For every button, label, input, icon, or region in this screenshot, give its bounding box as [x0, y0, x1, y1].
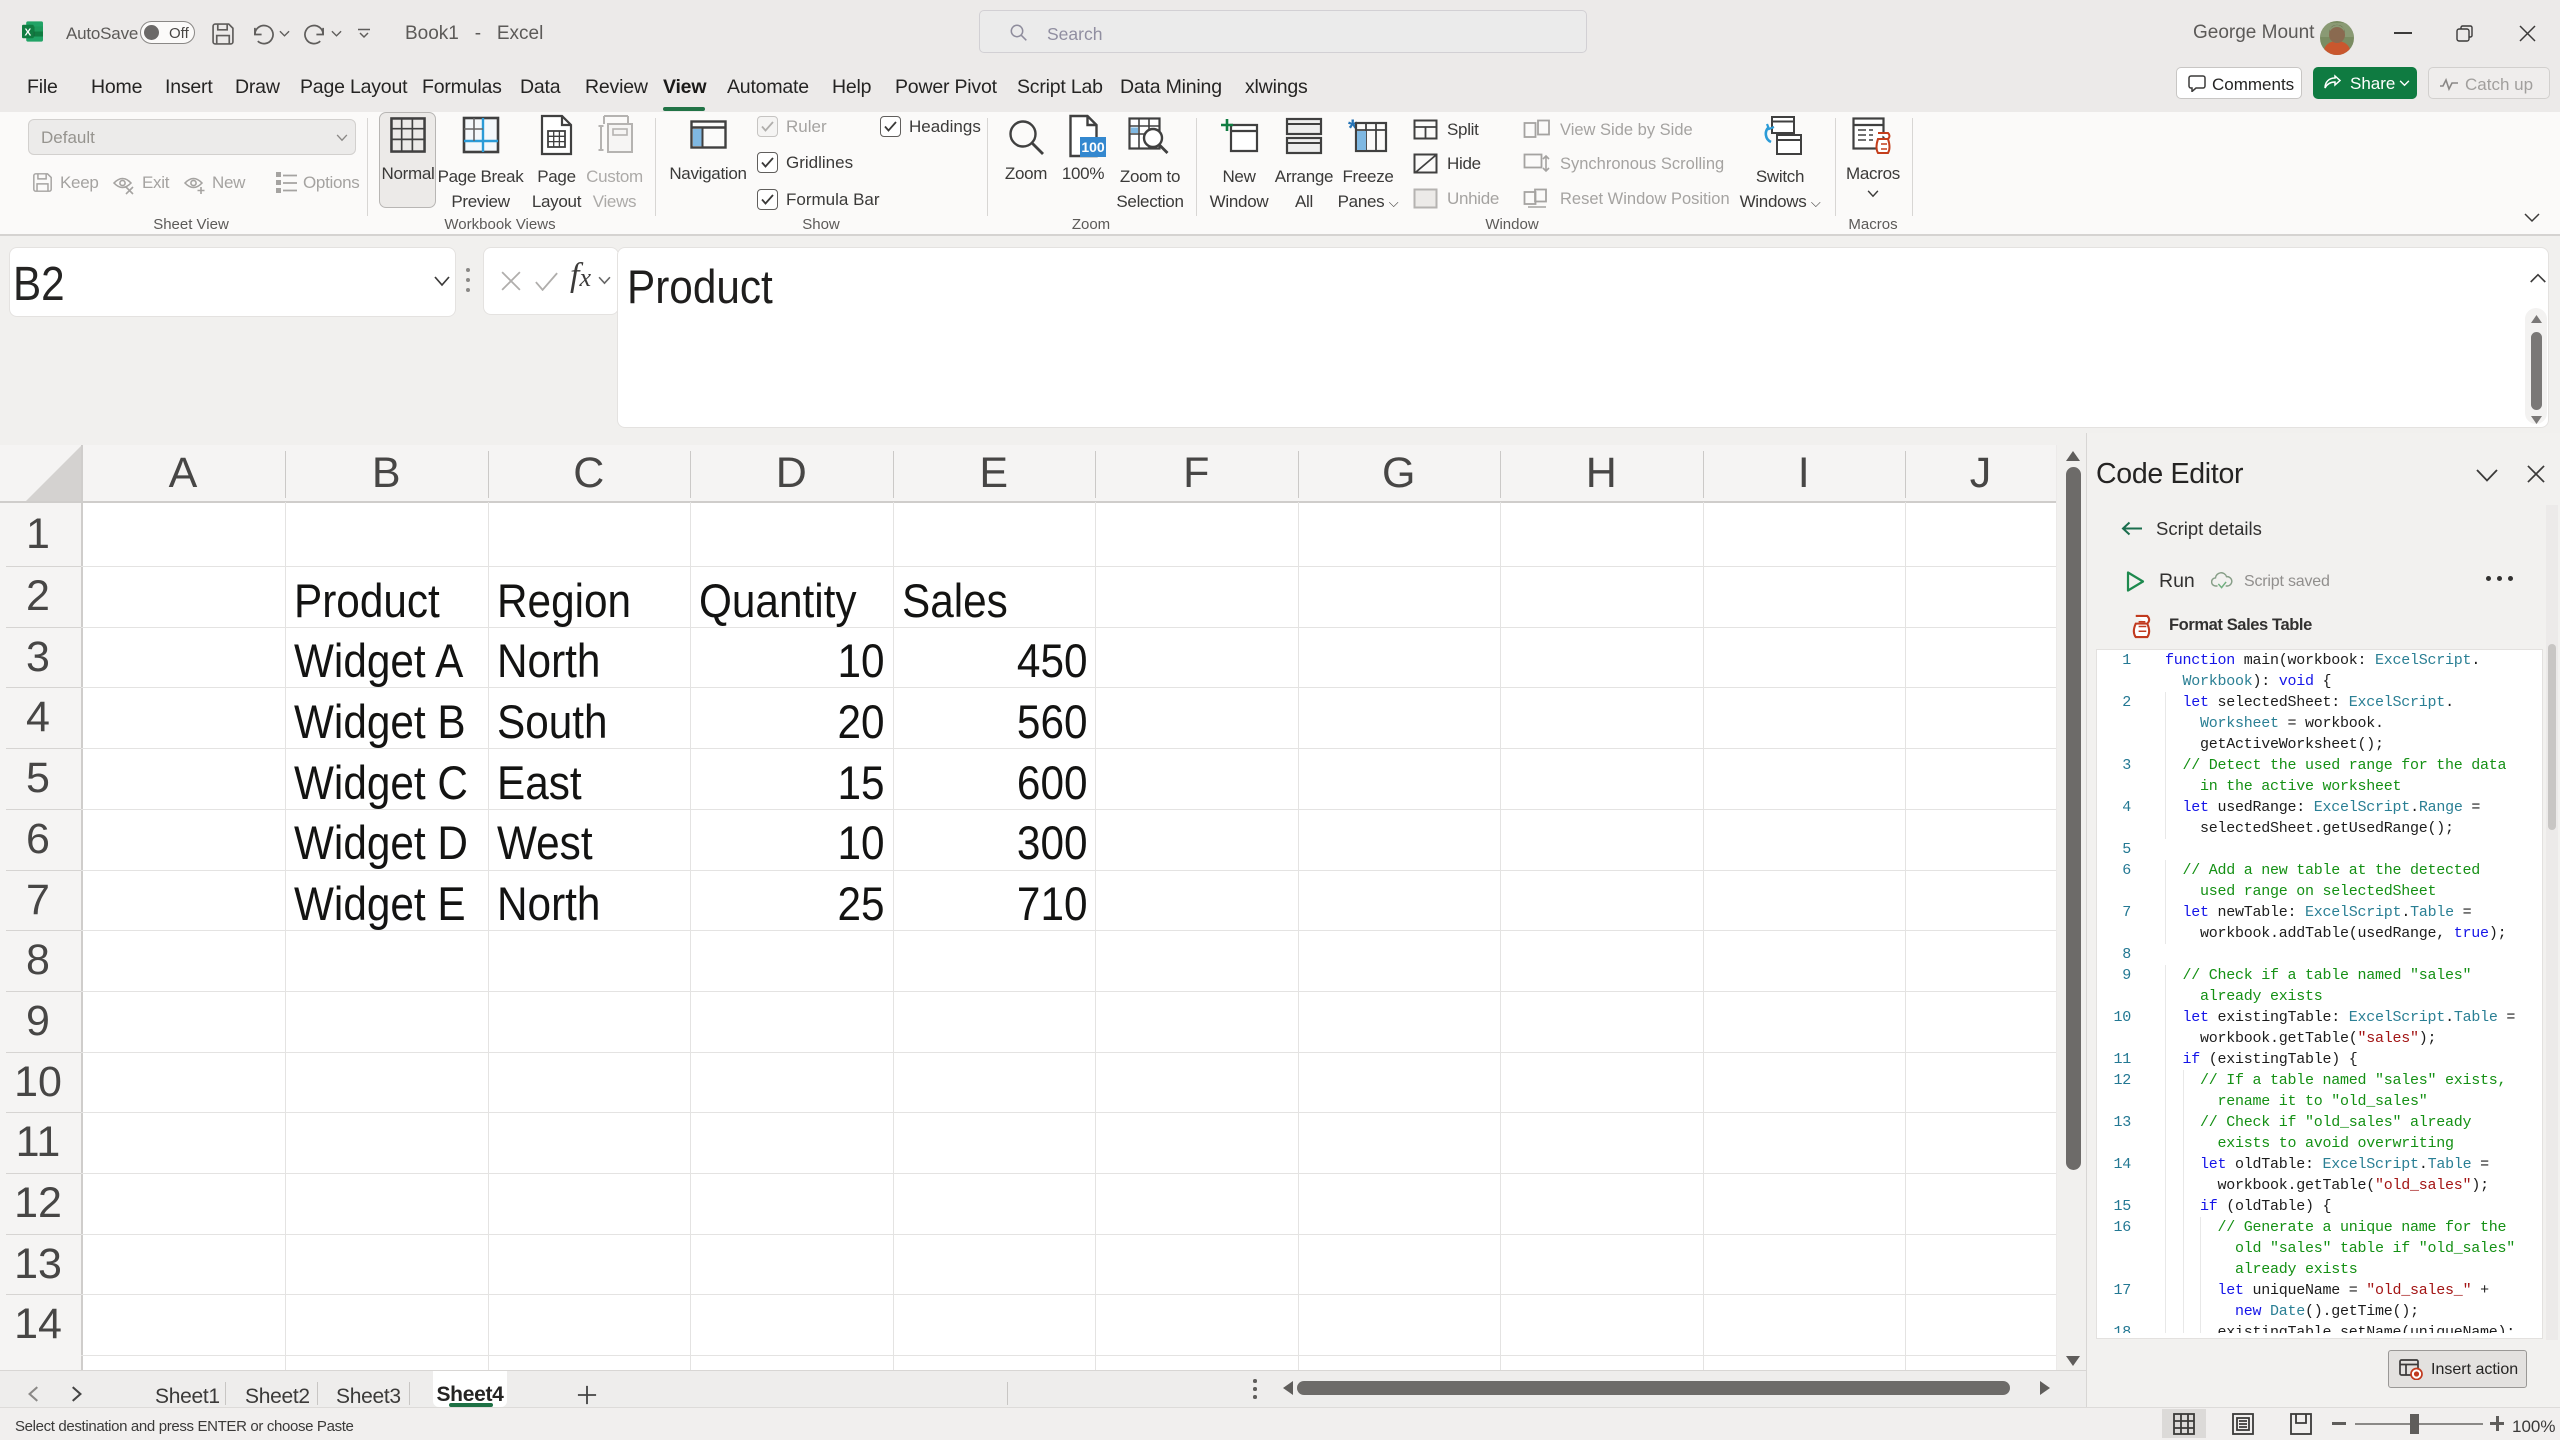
- svg-text:X: X: [25, 27, 32, 38]
